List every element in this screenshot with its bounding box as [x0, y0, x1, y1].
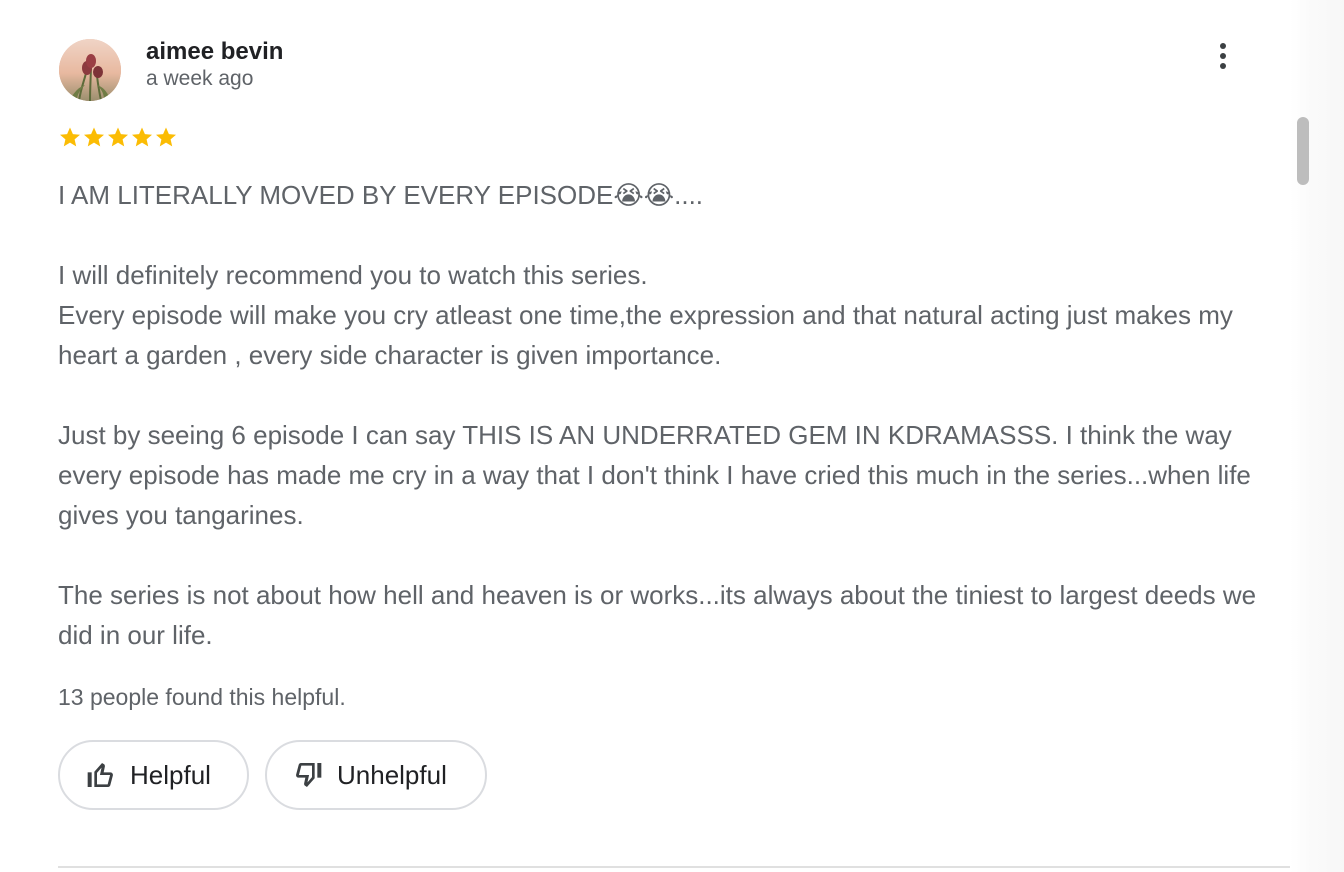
more-options-button[interactable] — [1208, 36, 1238, 76]
review-paragraph: I will definitely recommend you to watch… — [58, 260, 1233, 370]
review-date: a week ago — [146, 67, 254, 90]
review-card: aimee bevin a week ago I AM LITERALLY MO… — [58, 0, 1291, 872]
helpful-count: 13 people found this helpful. — [58, 684, 346, 710]
more-vert-icon-dot — [1220, 63, 1226, 69]
tulip-avatar-image — [59, 39, 121, 101]
review-author-name: aimee bevin — [146, 38, 284, 65]
review-divider — [58, 866, 1291, 868]
review-paragraph: Just by seeing 6 episode I can say THIS … — [58, 420, 1251, 530]
star-icon — [82, 122, 106, 152]
thumb-up-icon — [84, 758, 118, 792]
thumb-down-icon — [291, 758, 325, 792]
review-text: I AM LITERALLY MOVED BY EVERY EPISODE😭😭.… — [58, 175, 1258, 655]
star-rating — [58, 122, 178, 152]
star-icon — [106, 122, 130, 152]
unhelpful-button[interactable]: Unhelpful — [265, 740, 487, 810]
star-icon — [58, 122, 82, 152]
unhelpful-button-label: Unhelpful — [337, 759, 447, 790]
helpful-button[interactable]: Helpful — [58, 740, 249, 810]
review-paragraph: I AM LITERALLY MOVED BY EVERY EPISODE😭😭.… — [58, 180, 704, 210]
more-vert-icon-dot — [1220, 53, 1226, 59]
star-icon — [130, 122, 154, 152]
avatar — [59, 39, 121, 101]
star-icon — [154, 122, 178, 152]
review-paragraph: The series is not about how hell and hea… — [58, 580, 1257, 650]
review-page: aimee bevin a week ago I AM LITERALLY MO… — [0, 0, 1344, 872]
more-vert-icon — [1220, 43, 1226, 49]
scrollbar-thumb[interactable] — [1297, 117, 1309, 185]
helpful-button-label: Helpful — [130, 759, 211, 790]
